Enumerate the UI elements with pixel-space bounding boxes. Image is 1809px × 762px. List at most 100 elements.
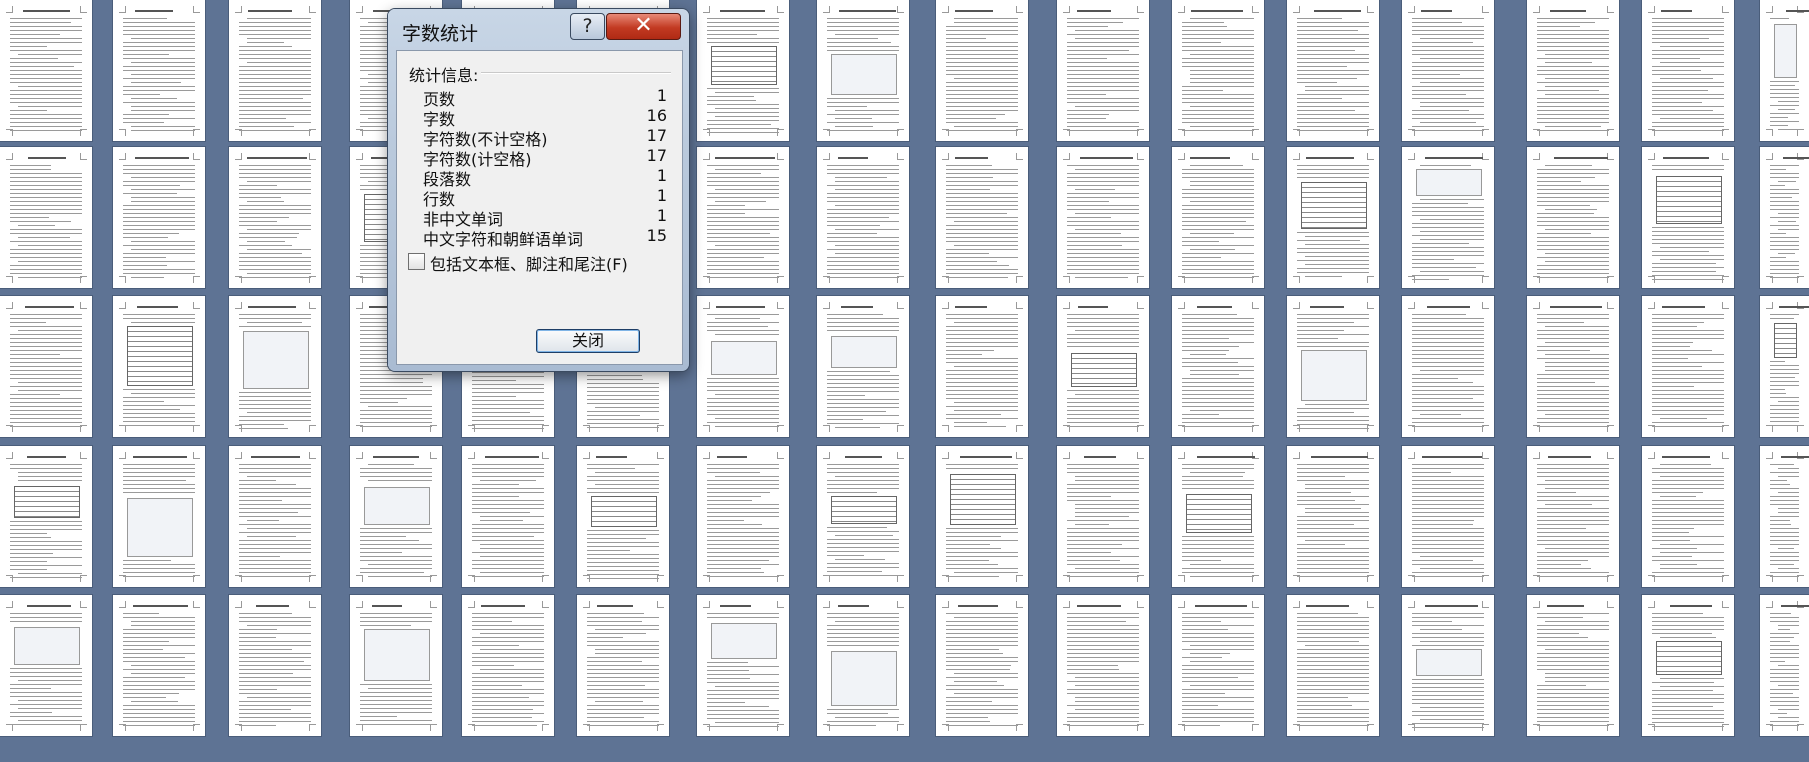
page-thumbnail[interactable] (1057, 147, 1149, 288)
text-line (707, 496, 761, 497)
text-line (1770, 697, 1799, 698)
page-thumbnail[interactable] (697, 0, 789, 141)
page-thumbnail[interactable] (0, 446, 92, 587)
page-thumbnail[interactable] (1760, 296, 1809, 437)
page-thumbnail[interactable] (817, 0, 909, 141)
page-thumbnail[interactable] (1527, 296, 1619, 437)
page-thumbnail[interactable] (0, 0, 92, 141)
close-window-button[interactable]: ✕ (606, 13, 681, 40)
page-thumbnail[interactable] (1527, 595, 1619, 736)
text-line (10, 78, 82, 79)
page-thumbnail[interactable] (817, 446, 909, 587)
text-line (10, 414, 82, 415)
text-line (247, 38, 311, 39)
page-thumbnail[interactable] (1057, 595, 1149, 736)
page-thumbnail[interactable] (0, 147, 92, 288)
text-line (1770, 464, 1795, 465)
page-thumbnail[interactable] (1057, 296, 1149, 437)
page-thumbnail[interactable] (1642, 595, 1734, 736)
page-thumbnail[interactable] (113, 296, 205, 437)
page-thumbnail[interactable] (936, 446, 1028, 587)
page-thumbnail[interactable] (1402, 0, 1494, 141)
page-thumbnail[interactable] (1287, 595, 1379, 736)
page-thumbnail[interactable] (1760, 0, 1809, 141)
page-thumbnail[interactable] (113, 147, 205, 288)
page-thumbnail[interactable] (1172, 0, 1264, 141)
page-thumbnail[interactable] (0, 296, 92, 437)
page-thumbnail[interactable] (1527, 0, 1619, 141)
close-button[interactable]: 关闭 (536, 329, 640, 353)
page-thumbnail[interactable] (936, 147, 1028, 288)
text-line (1297, 693, 1369, 694)
page-thumbnail[interactable] (577, 446, 669, 587)
include-textboxes-checkbox[interactable] (408, 253, 425, 270)
text-line (123, 90, 195, 91)
crop-mark (1482, 452, 1489, 459)
page-thumbnail[interactable] (1172, 595, 1264, 736)
page-thumbnail[interactable] (1287, 446, 1379, 587)
page-thumbnail[interactable] (1760, 147, 1809, 288)
page-thumbnail[interactable] (229, 0, 321, 141)
page-thumbnail[interactable] (113, 595, 205, 736)
page-thumbnail[interactable] (229, 595, 321, 736)
page-thumbnail[interactable] (1287, 0, 1379, 141)
text-line (1537, 177, 1595, 178)
page-thumbnail[interactable] (1172, 296, 1264, 437)
page-thumbnail[interactable] (1172, 446, 1264, 587)
text-line (707, 124, 771, 125)
text-line (10, 18, 82, 19)
page-thumbnail[interactable] (1057, 446, 1149, 587)
page-thumbnail[interactable] (462, 446, 554, 587)
page-thumbnail[interactable] (113, 446, 205, 587)
text-line (1778, 213, 1799, 214)
page-thumbnail[interactable] (936, 595, 1028, 736)
page-thumbnail[interactable] (229, 296, 321, 437)
page-thumbnail[interactable] (1642, 147, 1734, 288)
text-line (946, 717, 988, 718)
page-thumbnail[interactable] (697, 296, 789, 437)
page-thumbnail[interactable] (817, 595, 909, 736)
page-thumbnail[interactable] (1287, 296, 1379, 437)
document-thumbnail-view[interactable] (0, 0, 1809, 762)
page-thumbnail[interactable] (1642, 0, 1734, 141)
page-thumbnail[interactable] (1760, 595, 1809, 736)
page-thumbnail[interactable] (936, 296, 1028, 437)
include-textboxes-label[interactable]: 包括文本框、脚注和尾注(F) (430, 251, 628, 275)
page-thumbnail[interactable] (1402, 296, 1494, 437)
page-thumbnail[interactable] (697, 147, 789, 288)
text-line (946, 532, 1018, 533)
page-thumbnail[interactable] (1760, 446, 1809, 587)
page-thumbnail[interactable] (350, 595, 442, 736)
page-thumbnail[interactable] (1402, 446, 1494, 587)
page-thumbnail[interactable] (229, 446, 321, 587)
crop-mark (1766, 129, 1773, 136)
page-thumbnail[interactable] (229, 147, 321, 288)
text-line (1412, 362, 1484, 363)
page-thumbnail[interactable] (1642, 296, 1734, 437)
page-thumbnail[interactable] (577, 595, 669, 736)
page-thumbnail[interactable] (817, 296, 909, 437)
page-thumbnail[interactable] (817, 147, 909, 288)
page-thumbnail[interactable] (936, 0, 1028, 141)
help-button[interactable]: ? (570, 13, 605, 40)
page-thumbnail[interactable] (697, 446, 789, 587)
page-thumbnail[interactable] (1057, 0, 1149, 141)
page-thumbnail[interactable] (0, 595, 92, 736)
page-thumbnail[interactable] (1402, 147, 1494, 288)
page-thumbnail[interactable] (1172, 147, 1264, 288)
page-thumbnail[interactable] (350, 446, 442, 587)
text-line (587, 709, 659, 710)
text-line (707, 472, 760, 473)
page-thumbnail[interactable] (462, 595, 554, 736)
page-thumbnail[interactable] (1527, 147, 1619, 288)
text-line (1770, 365, 1799, 366)
page-thumbnail[interactable] (1402, 595, 1494, 736)
text-line (1545, 488, 1609, 489)
page-thumbnail[interactable] (1642, 446, 1734, 587)
page-thumbnail[interactable] (1287, 147, 1379, 288)
text-line (10, 464, 82, 465)
text-line (1412, 572, 1484, 573)
page-thumbnail[interactable] (697, 595, 789, 736)
page-thumbnail[interactable] (113, 0, 205, 141)
page-thumbnail[interactable] (1527, 446, 1619, 587)
